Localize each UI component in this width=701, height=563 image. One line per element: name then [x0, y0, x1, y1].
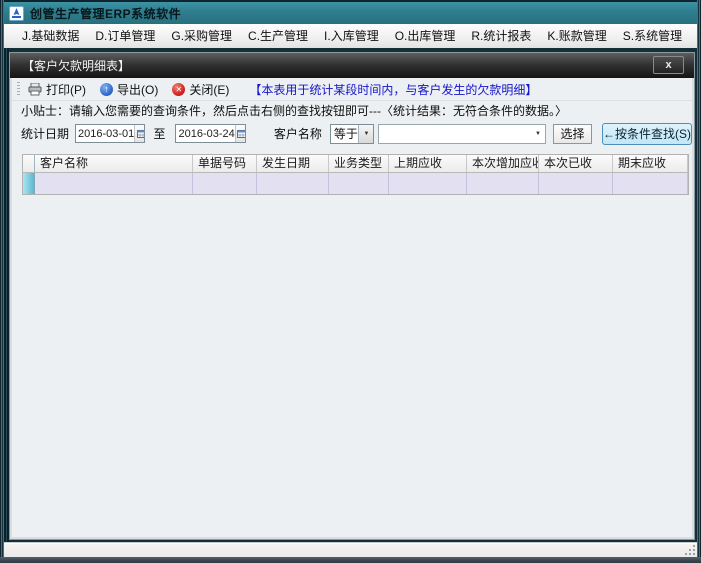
tip-text: 小贴士：请输入您需要的查询条件，然后点击右侧的查找按钮即可---〈统计结果：无符…: [21, 104, 567, 118]
menu-item-base-data[interactable]: J.基础数据: [14, 24, 87, 48]
select-customer-button[interactable]: 选择: [553, 123, 593, 144]
toolbar: 打印(P) ↑ 导出(O) ✕ 关闭(E) 【本表用于统计某段时间内，与客户发生…: [12, 78, 692, 101]
child-close-button[interactable]: x: [653, 56, 684, 74]
col-header-prev-receivable[interactable]: 上期应收: [389, 155, 467, 172]
window-border-right: [697, 0, 701, 563]
status-bar: [4, 543, 697, 557]
date-from-value: 2016-03-01: [78, 127, 135, 140]
date-from-picker[interactable]: 2016-03-01 ▼: [75, 124, 146, 143]
main-titlebar[interactable]: 创管生产管理ERP系统软件: [4, 2, 697, 24]
operator-dropdown-button[interactable]: ▼: [358, 124, 374, 143]
close-label: 关闭(E): [189, 82, 230, 97]
cell-biz-type[interactable]: [329, 173, 389, 194]
menu-item-production[interactable]: C.生产管理: [240, 24, 316, 48]
application-window: 创管生产管理ERP系统软件 J.基础数据 D.订单管理 G.采购管理 C.生产管…: [0, 0, 701, 563]
menu-item-inbound[interactable]: I.入库管理: [316, 24, 387, 48]
customer-name-combobox[interactable]: ▼: [378, 123, 547, 144]
cell-doc-number[interactable]: [193, 173, 257, 194]
menu-item-purchasing[interactable]: G.采购管理: [163, 24, 240, 48]
filter-row: 统计日期 2016-03-01 ▼ 至 2016-03-24 ▼: [12, 120, 692, 147]
export-label: 导出(O): [117, 82, 159, 97]
menu-bar: J.基础数据 D.订单管理 G.采购管理 C.生产管理 I.入库管理 O.出库管…: [4, 24, 697, 48]
cell-customer[interactable]: [35, 173, 193, 194]
print-label: 打印(P): [46, 82, 86, 97]
menu-item-outbound[interactable]: O.出库管理: [387, 24, 464, 48]
customer-name-label: 客户名称: [273, 127, 322, 141]
printer-icon: [28, 82, 42, 96]
cell-added-receivable[interactable]: [467, 173, 539, 194]
toolbar-grip[interactable]: [17, 82, 20, 96]
date-to-picker[interactable]: 2016-03-24 ▼: [175, 124, 246, 143]
calendar-dropdown-button[interactable]: ▼: [234, 125, 245, 142]
chevron-down-icon: ▼: [363, 130, 370, 137]
window-border-top: [0, 0, 701, 2]
close-icon: ✕: [172, 82, 186, 96]
chevron-down-icon: ▼: [535, 130, 541, 137]
tip-row: 小贴士：请输入您需要的查询条件，然后点击右侧的查找按钮即可---〈统计结果：无符…: [12, 101, 692, 120]
export-icon: ↑: [100, 82, 113, 96]
child-window-body: 打印(P) ↑ 导出(O) ✕ 关闭(E) 【本表用于统计某段时间内，与客户发生…: [10, 78, 694, 539]
col-header-received[interactable]: 本次已收: [539, 155, 613, 172]
calendar-dropdown-button[interactable]: ▼: [134, 125, 145, 142]
export-button[interactable]: ↑ 导出(O): [100, 81, 158, 98]
cell-received[interactable]: [539, 173, 613, 194]
search-by-condition-button[interactable]: ←按条件查找(S): [602, 122, 692, 145]
calendar-icon: [136, 130, 145, 138]
resize-grip[interactable]: [684, 544, 695, 555]
menu-item-accounts[interactable]: K.账款管理: [539, 24, 614, 48]
app-title: 创管生产管理ERP系统软件: [30, 6, 182, 21]
debt-detail-table: 客户名称 单据号码 发生日期 业务类型 上期应收 本次增加应收 本次已收 期末应…: [22, 154, 689, 195]
print-button[interactable]: 打印(P): [28, 81, 86, 98]
date-range-label: 统计日期: [21, 127, 70, 141]
col-header-biz-type[interactable]: 业务类型: [329, 155, 389, 172]
col-header-date[interactable]: 发生日期: [257, 155, 329, 172]
operator-combobox[interactable]: 等于 ▼: [329, 123, 375, 144]
row-selector-header: [23, 155, 35, 172]
date-to-value: 2016-03-24: [178, 127, 235, 140]
calendar-icon: [237, 130, 245, 138]
cell-prev-receivable[interactable]: [389, 173, 467, 194]
date-to-label: 至: [153, 127, 166, 141]
col-header-ending-receivable[interactable]: 期末应收: [613, 155, 688, 172]
col-header-doc-number[interactable]: 单据号码: [193, 155, 257, 172]
table-header-row: 客户名称 单据号码 发生日期 业务类型 上期应收 本次增加应收 本次已收 期末应…: [23, 155, 688, 173]
child-window-titlebar[interactable]: 【客户欠款明细表】 x: [10, 53, 694, 78]
close-button[interactable]: ✕ 关闭(E): [172, 81, 229, 98]
customer-debt-detail-window: 【客户欠款明细表】 x 打印(P) ↑ 导出(O) ✕ 关闭(E) 【本表用于统…: [9, 52, 695, 540]
cell-date[interactable]: [257, 173, 329, 194]
row-selector-cell[interactable]: [23, 173, 35, 194]
menu-item-orders[interactable]: D.订单管理: [87, 24, 163, 48]
menu-item-reports[interactable]: R.统计报表: [463, 24, 539, 48]
window-border-bottom: [0, 557, 701, 563]
cell-ending-receivable[interactable]: [613, 173, 688, 194]
mdi-client-area: 【客户欠款明细表】 x 打印(P) ↑ 导出(O) ✕ 关闭(E) 【本表用于统…: [4, 48, 697, 543]
table-row[interactable]: [23, 173, 688, 194]
child-window-title: 【客户欠款明细表】: [22, 59, 131, 73]
col-header-customer[interactable]: 客户名称: [35, 155, 193, 172]
customer-dropdown-button[interactable]: ▼: [531, 131, 545, 137]
empty-work-area: [12, 195, 692, 537]
operator-value: 等于: [333, 127, 358, 141]
col-header-added-receivable[interactable]: 本次增加应收: [467, 155, 539, 172]
table-usage-note: 【本表用于统计某段时间内，与客户发生的欠款明细】: [249, 82, 538, 97]
window-border-left: [0, 0, 4, 563]
menu-item-system[interactable]: S.系统管理: [615, 24, 690, 48]
app-icon: [9, 5, 24, 21]
